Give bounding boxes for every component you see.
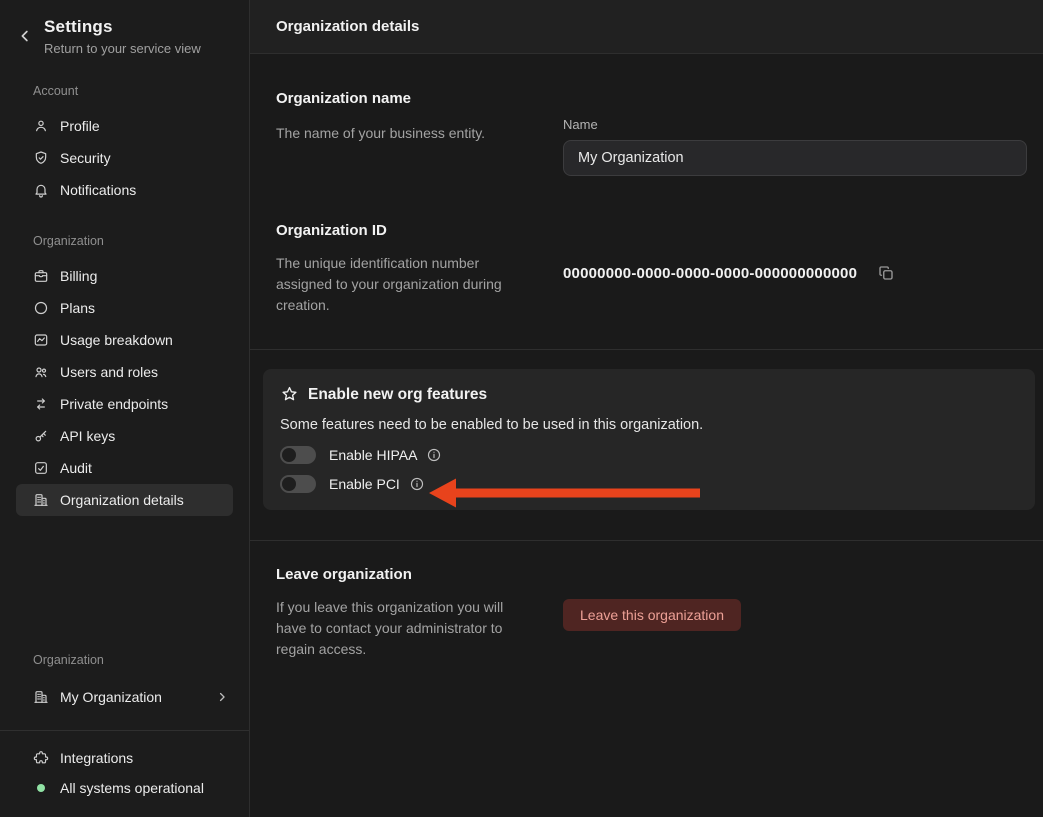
page-title: Organization details <box>276 18 419 35</box>
sidebar-header: Settings Return to your service view <box>0 0 249 56</box>
feature-toggles: Enable HIPAA Enable PCI <box>280 445 1018 494</box>
sidebar-item-api-keys[interactable]: API keys <box>16 420 233 452</box>
shield-check-icon <box>33 150 49 166</box>
divider <box>250 349 1043 350</box>
arrows-swap-icon <box>33 396 49 412</box>
main-content: Organization details Organization name T… <box>250 0 1043 817</box>
section-left: Organization name The name of your busin… <box>276 90 563 176</box>
leave-organization-section: Leave organization If you leave this org… <box>250 566 1043 660</box>
organization-id-value: 00000000-0000-0000-0000-000000000000 <box>563 265 857 282</box>
sidebar-item-security[interactable]: Security <box>16 142 233 174</box>
enable-pci-toggle[interactable] <box>280 475 316 493</box>
sidebar-item-label: Plans <box>60 300 95 316</box>
integrations-label: Integrations <box>60 750 133 766</box>
chevron-right-icon <box>215 690 229 704</box>
sidebar-item-notifications[interactable]: Notifications <box>16 174 233 206</box>
system-status-item[interactable]: All systems operational <box>16 773 233 803</box>
info-icon[interactable] <box>426 447 442 463</box>
organization-name-section: Organization name The name of your busin… <box>250 90 1043 176</box>
sidebar-item-label: Notifications <box>60 182 136 198</box>
organization-nav: Billing Plans Usage breakdown Users and … <box>0 260 249 516</box>
hipaa-toggle-row: Enable HIPAA <box>280 445 1018 465</box>
organization-name-input[interactable] <box>563 140 1027 176</box>
sidebar-subtitle: Return to your service view <box>44 41 233 56</box>
sidebar-bottom: Organization My Organization Integration… <box>0 653 249 817</box>
user-icon <box>33 118 49 134</box>
sidebar-item-billing[interactable]: Billing <box>16 260 233 292</box>
sidebar-item-audit[interactable]: Audit <box>16 452 233 484</box>
section-description: If you leave this organization you will … <box>276 597 531 660</box>
section-title: Organization name <box>276 90 531 107</box>
audit-icon <box>33 460 49 476</box>
leave-organization-button[interactable]: Leave this organization <box>563 599 741 631</box>
org-switcher[interactable]: My Organization <box>16 681 233 713</box>
org-switcher-label: Organization <box>33 653 249 667</box>
settings-sidebar: Settings Return to your service view Acc… <box>0 0 250 817</box>
section-right: 00000000-0000-0000-0000-000000000000 <box>563 222 1043 316</box>
enable-features-card: Enable new org features Some features ne… <box>263 369 1035 510</box>
key-icon <box>33 428 49 444</box>
sidebar-footer: Integrations All systems operational <box>0 730 249 817</box>
sidebar-item-profile[interactable]: Profile <box>16 110 233 142</box>
status-dot-icon <box>37 784 45 792</box>
section-right: Leave this organization <box>563 566 1043 660</box>
card-title: Enable new org features <box>308 386 487 404</box>
leave-button-wrap: Leave this organization <box>563 566 1027 631</box>
briefcase-icon <box>33 268 49 284</box>
sidebar-item-organization-details[interactable]: Organization details <box>16 484 233 516</box>
circle-icon <box>33 300 49 316</box>
chart-icon <box>33 332 49 348</box>
org-id-row: 00000000-0000-0000-0000-000000000000 <box>563 222 1027 282</box>
sidebar-item-label: Users and roles <box>60 364 158 380</box>
account-nav: Profile Security Notifications <box>0 110 249 206</box>
integrations-item[interactable]: Integrations <box>16 743 233 773</box>
pci-toggle-row: Enable PCI <box>280 474 1018 494</box>
building-icon <box>33 492 49 508</box>
toggle-label: Enable HIPAA <box>329 447 417 463</box>
status-label: All systems operational <box>60 780 204 796</box>
sidebar-title: Settings <box>44 17 233 37</box>
enable-hipaa-toggle[interactable] <box>280 446 316 464</box>
section-description: The name of your business entity. <box>276 123 531 144</box>
sidebar-item-private-endpoints[interactable]: Private endpoints <box>16 388 233 420</box>
sidebar-item-label: Audit <box>60 460 92 476</box>
account-section-label: Account <box>33 84 249 98</box>
toggle-label: Enable PCI <box>329 476 400 492</box>
sidebar-item-plans[interactable]: Plans <box>16 292 233 324</box>
card-description: Some features need to be enabled to be u… <box>280 417 1018 433</box>
sidebar-item-label: Organization details <box>60 492 184 508</box>
sidebar-item-label: Billing <box>60 268 97 284</box>
section-title: Organization ID <box>276 222 531 239</box>
back-chevron-icon[interactable] <box>16 27 34 45</box>
copy-icon[interactable] <box>877 264 895 282</box>
divider <box>250 540 1043 541</box>
sidebar-item-usage-breakdown[interactable]: Usage breakdown <box>16 324 233 356</box>
organization-id-section: Organization ID The unique identificatio… <box>250 222 1043 316</box>
section-right: Name <box>563 90 1043 176</box>
info-icon[interactable] <box>409 476 425 492</box>
section-title: Leave organization <box>276 566 531 583</box>
name-field-label: Name <box>563 90 1027 132</box>
sidebar-item-label: Security <box>60 150 111 166</box>
sidebar-item-label: API keys <box>60 428 115 444</box>
building-icon <box>33 689 49 705</box>
card-header: Enable new org features <box>280 385 1018 404</box>
org-switcher-value: My Organization <box>60 689 162 705</box>
section-left: Leave organization If you leave this org… <box>276 566 563 660</box>
sidebar-item-users-and-roles[interactable]: Users and roles <box>16 356 233 388</box>
star-icon <box>280 385 299 404</box>
bell-icon <box>33 182 49 198</box>
page-header: Organization details <box>250 0 1043 54</box>
puzzle-icon <box>33 750 49 766</box>
section-description: The unique identification number assigne… <box>276 253 531 316</box>
section-left: Organization ID The unique identificatio… <box>276 222 563 316</box>
users-icon <box>33 364 49 380</box>
sidebar-item-label: Profile <box>60 118 100 134</box>
sidebar-item-label: Usage breakdown <box>60 332 173 348</box>
organization-section-label: Organization <box>33 234 249 248</box>
sidebar-item-label: Private endpoints <box>60 396 168 412</box>
